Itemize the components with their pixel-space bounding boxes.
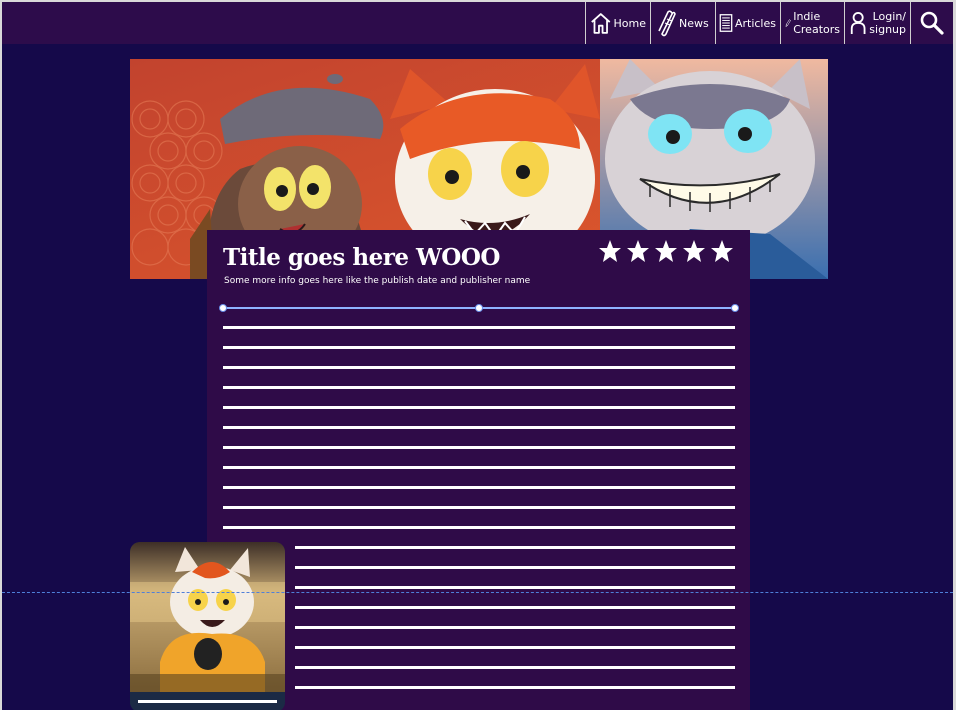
text-line	[295, 646, 735, 649]
user-icon	[850, 12, 866, 34]
search-button[interactable]	[911, 2, 953, 44]
text-line	[295, 686, 735, 689]
text-line	[223, 366, 735, 369]
text-line	[223, 326, 735, 329]
article-thumbnail-image[interactable]	[130, 542, 285, 710]
text-line	[223, 466, 735, 469]
text-line	[223, 406, 735, 409]
text-line	[223, 386, 735, 389]
article-slider[interactable]	[219, 302, 739, 314]
text-line	[223, 346, 735, 349]
slider-knob-end[interactable]	[731, 304, 739, 312]
pencil-icon	[785, 19, 791, 27]
news-scroll-icon	[658, 10, 676, 37]
nav-login-label-line2: signup	[869, 23, 906, 36]
thumbnail-illustration	[130, 542, 285, 710]
text-line	[295, 606, 735, 609]
top-navigation-bar: Home News Articles Indie Creators Login/…	[2, 2, 953, 44]
main-nav: Home News Articles Indie Creators Login/…	[585, 2, 953, 44]
text-line	[295, 586, 735, 589]
nav-articles[interactable]: Articles	[716, 2, 781, 44]
nav-indie-label-line1: Indie	[793, 10, 821, 23]
nav-articles-label: Articles	[734, 16, 776, 30]
article-panel: Title goes here WOOO Some more info goes…	[207, 230, 750, 710]
article-subtitle: Some more info goes here like the publis…	[224, 276, 531, 286]
star-icon[interactable]	[682, 239, 706, 263]
article-title: Title goes here WOOO	[223, 244, 500, 271]
nav-news-label: News	[679, 16, 709, 30]
text-line	[223, 526, 735, 529]
slider-knob-middle[interactable]	[475, 304, 483, 312]
search-icon	[920, 11, 944, 35]
nav-home-label: Home	[613, 16, 646, 30]
star-icon[interactable]	[626, 239, 650, 263]
nav-indie-creators[interactable]: Indie Creators	[781, 2, 845, 44]
home-icon	[591, 13, 611, 34]
text-line	[295, 566, 735, 569]
nav-home[interactable]: Home	[586, 2, 651, 44]
star-icon[interactable]	[710, 239, 734, 263]
nav-news[interactable]: News	[651, 2, 716, 44]
guide-line	[2, 592, 953, 593]
nav-login-label: Login/ signup	[869, 10, 906, 36]
text-line	[223, 426, 735, 429]
text-line	[295, 546, 735, 549]
text-line	[223, 506, 735, 509]
text-line	[295, 666, 735, 669]
nav-indie-label-line2: Creators	[793, 23, 840, 36]
rating-stars	[598, 239, 734, 263]
star-icon[interactable]	[598, 239, 622, 263]
nav-indie-label: Indie Creators	[793, 10, 840, 36]
star-icon[interactable]	[654, 239, 678, 263]
text-line	[223, 446, 735, 449]
articles-icon	[719, 14, 733, 32]
nav-login-label-line1: Login/	[872, 10, 906, 23]
slider-knob-start[interactable]	[219, 304, 227, 312]
text-line	[295, 626, 735, 629]
nav-login-signup[interactable]: Login/ signup	[845, 2, 911, 44]
text-line	[223, 486, 735, 489]
